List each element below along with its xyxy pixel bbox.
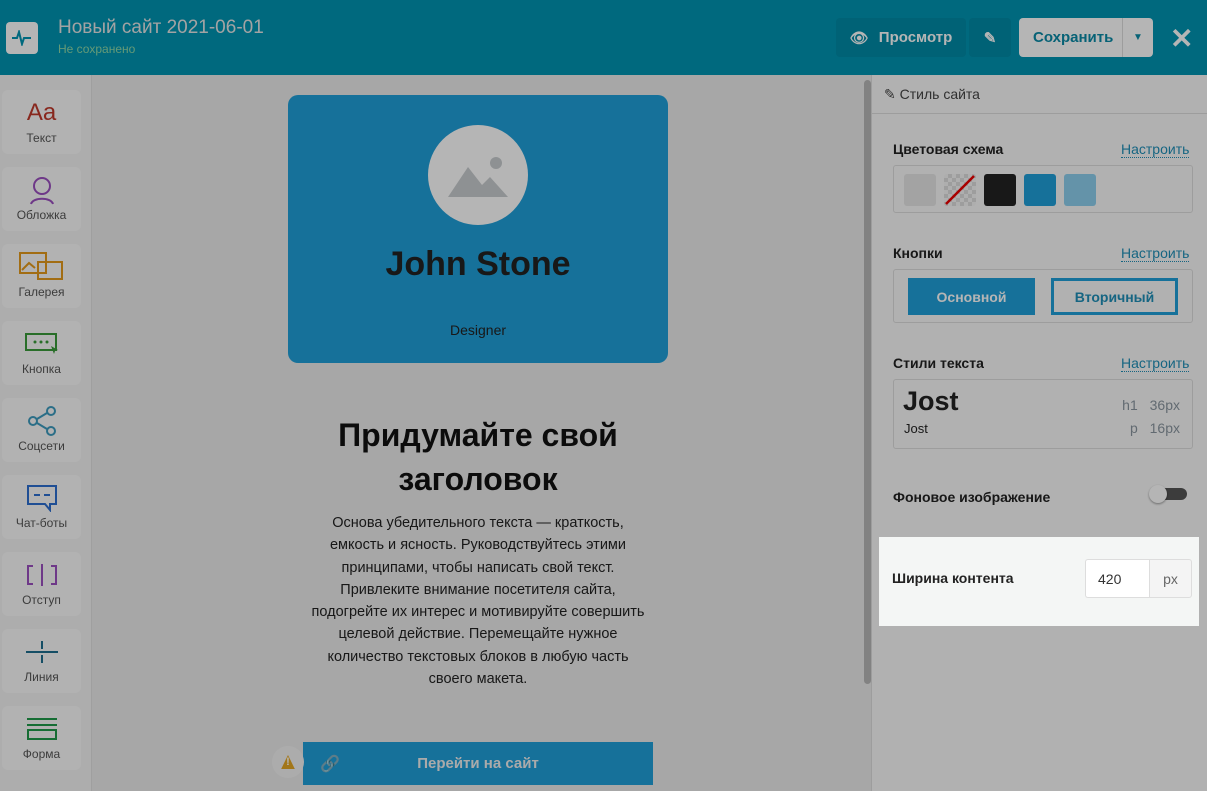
color-scheme-configure-link[interactable]: Настроить (1121, 141, 1190, 158)
go-to-site-button[interactable]: 🔗 Перейти на сайт (303, 742, 653, 785)
text-styles-label: Стили текста (893, 355, 984, 371)
buttons-preview: Основной Вторичный (893, 269, 1193, 323)
h1-tag: h1 (1122, 397, 1138, 413)
style-tools-button[interactable]: ✎ (969, 18, 1011, 57)
eye-icon: 👁 (849, 29, 869, 47)
go-to-site-label: Перейти на сайт (417, 755, 539, 772)
profile-card[interactable]: John Stone Designer (288, 95, 668, 363)
section-heading[interactable]: Придумайте свой заголовок (288, 413, 668, 501)
site-title: Новый сайт 2021-06-01 (58, 17, 264, 38)
sidebar-item-text[interactable]: Aa Текст (2, 90, 81, 154)
sidebar-item-label: Форма (22, 747, 61, 761)
close-icon[interactable]: ✕ (1170, 22, 1193, 55)
chat-icon (26, 483, 57, 513)
sidebar-item-label: Отступ (22, 593, 61, 607)
divider (872, 113, 1207, 114)
text-styles-configure-link[interactable]: Настроить (1121, 355, 1190, 372)
profile-name[interactable]: John Stone (288, 245, 668, 284)
h1-size-value: 36px (1149, 397, 1180, 413)
sidebar-item-cover[interactable]: Обложка (2, 167, 81, 231)
sidebar-item-label: Текст (26, 131, 57, 145)
panel-title: ✎ Стиль сайта (884, 86, 980, 103)
image-placeholder-icon[interactable] (428, 125, 528, 225)
swatch-secondary[interactable] (1064, 174, 1096, 206)
buttons-label: Кнопки (893, 245, 943, 261)
save-dropdown-chevron-icon[interactable]: ▼ (1122, 18, 1153, 57)
canvas-scrollbar[interactable] (864, 80, 871, 684)
sidebar-item-label: Галерея (18, 285, 65, 299)
button-icon (24, 329, 59, 359)
preview-label: Просмотр (878, 29, 953, 46)
spacing-icon (26, 560, 58, 590)
swatch-primary[interactable] (1024, 174, 1056, 206)
sidebar-item-gallery[interactable]: Галерея (2, 244, 81, 308)
content-width-unit: px (1149, 559, 1192, 598)
sidebar-item-label: Линия (24, 670, 59, 684)
panel-title-text: Стиль сайта (899, 86, 980, 102)
pencil-ruler-icon: ✎ (884, 86, 900, 102)
content-width-input[interactable] (1085, 559, 1149, 598)
link-icon: 🔗 (320, 755, 340, 773)
content-width-label: Ширина контента (892, 570, 1014, 586)
sidebar-item-spacing[interactable]: Отступ (2, 552, 81, 616)
swatch-transparent[interactable] (944, 174, 976, 206)
p-tag: p (1129, 420, 1138, 436)
h1-size: h1 36px (1122, 397, 1180, 413)
style-panel: ✎ Стиль сайта Цветовая схема Настроить К… (871, 75, 1207, 791)
save-button[interactable]: Сохранить ▼ (1019, 18, 1153, 57)
gallery-icon (18, 252, 65, 282)
top-bar: Новый сайт 2021-06-01 Не сохранено 👁 Прос… (0, 0, 1207, 75)
preview-button[interactable]: 👁 Просмотр (836, 18, 966, 57)
pulse-logo-icon[interactable] (6, 22, 38, 54)
text-styles-preview[interactable]: Jost Jost h1 36px p 16px (893, 379, 1193, 449)
sidebar-item-chatbots[interactable]: Чат-боты (2, 475, 81, 539)
background-image-toggle[interactable] (1149, 485, 1187, 503)
sidebar-item-label: Обложка (16, 208, 67, 222)
text-icon: Aa (26, 99, 57, 126)
body-font-sample: Jost (904, 421, 928, 436)
color-swatches (893, 165, 1193, 213)
profile-role[interactable]: Designer (288, 322, 668, 338)
form-icon (26, 714, 58, 744)
sidebar-item-form[interactable]: Форма (2, 706, 81, 770)
content-width-setting: Ширина контента px (879, 537, 1199, 626)
save-label: Сохранить (1033, 29, 1114, 46)
sidebar-item-label: Соцсети (18, 439, 65, 453)
sidebar-item-label: Кнопка (22, 362, 61, 376)
block-sidebar: Aa Текст Обложка Галерея Кнопка Соцсети Ч… (0, 75, 92, 791)
swatch-light[interactable] (904, 174, 936, 206)
swatch-dark[interactable] (984, 174, 1016, 206)
primary-button-sample[interactable]: Основной (908, 278, 1035, 315)
secondary-button-sample[interactable]: Вторичный (1051, 278, 1178, 315)
save-status: Не сохранено (58, 42, 136, 56)
p-size-value: 16px (1149, 420, 1180, 436)
sidebar-item-social[interactable]: Соцсети (2, 398, 81, 462)
sidebar-item-line[interactable]: Линия (2, 629, 81, 693)
section-paragraph[interactable]: Основа убедительного текста — краткость,… (308, 512, 648, 690)
cover-icon (27, 175, 57, 205)
line-icon (25, 637, 59, 667)
page-canvas: John Stone Designer Придумайте свой заго… (92, 75, 871, 791)
heading-font-sample: Jost (903, 386, 959, 416)
background-image-label: Фоновое изображение (893, 489, 1051, 505)
warning-glyph: ! (281, 755, 295, 769)
color-scheme-label: Цветовая схема (893, 141, 1004, 157)
pencil-ruler-icon: ✎ (983, 29, 997, 47)
sidebar-item-label: Чат-боты (15, 516, 68, 530)
buttons-configure-link[interactable]: Настроить (1121, 245, 1190, 262)
share-icon (27, 406, 57, 436)
warning-icon[interactable]: ! (272, 746, 304, 778)
p-size: p 16px (1130, 420, 1180, 436)
sidebar-item-button[interactable]: Кнопка (2, 321, 81, 385)
